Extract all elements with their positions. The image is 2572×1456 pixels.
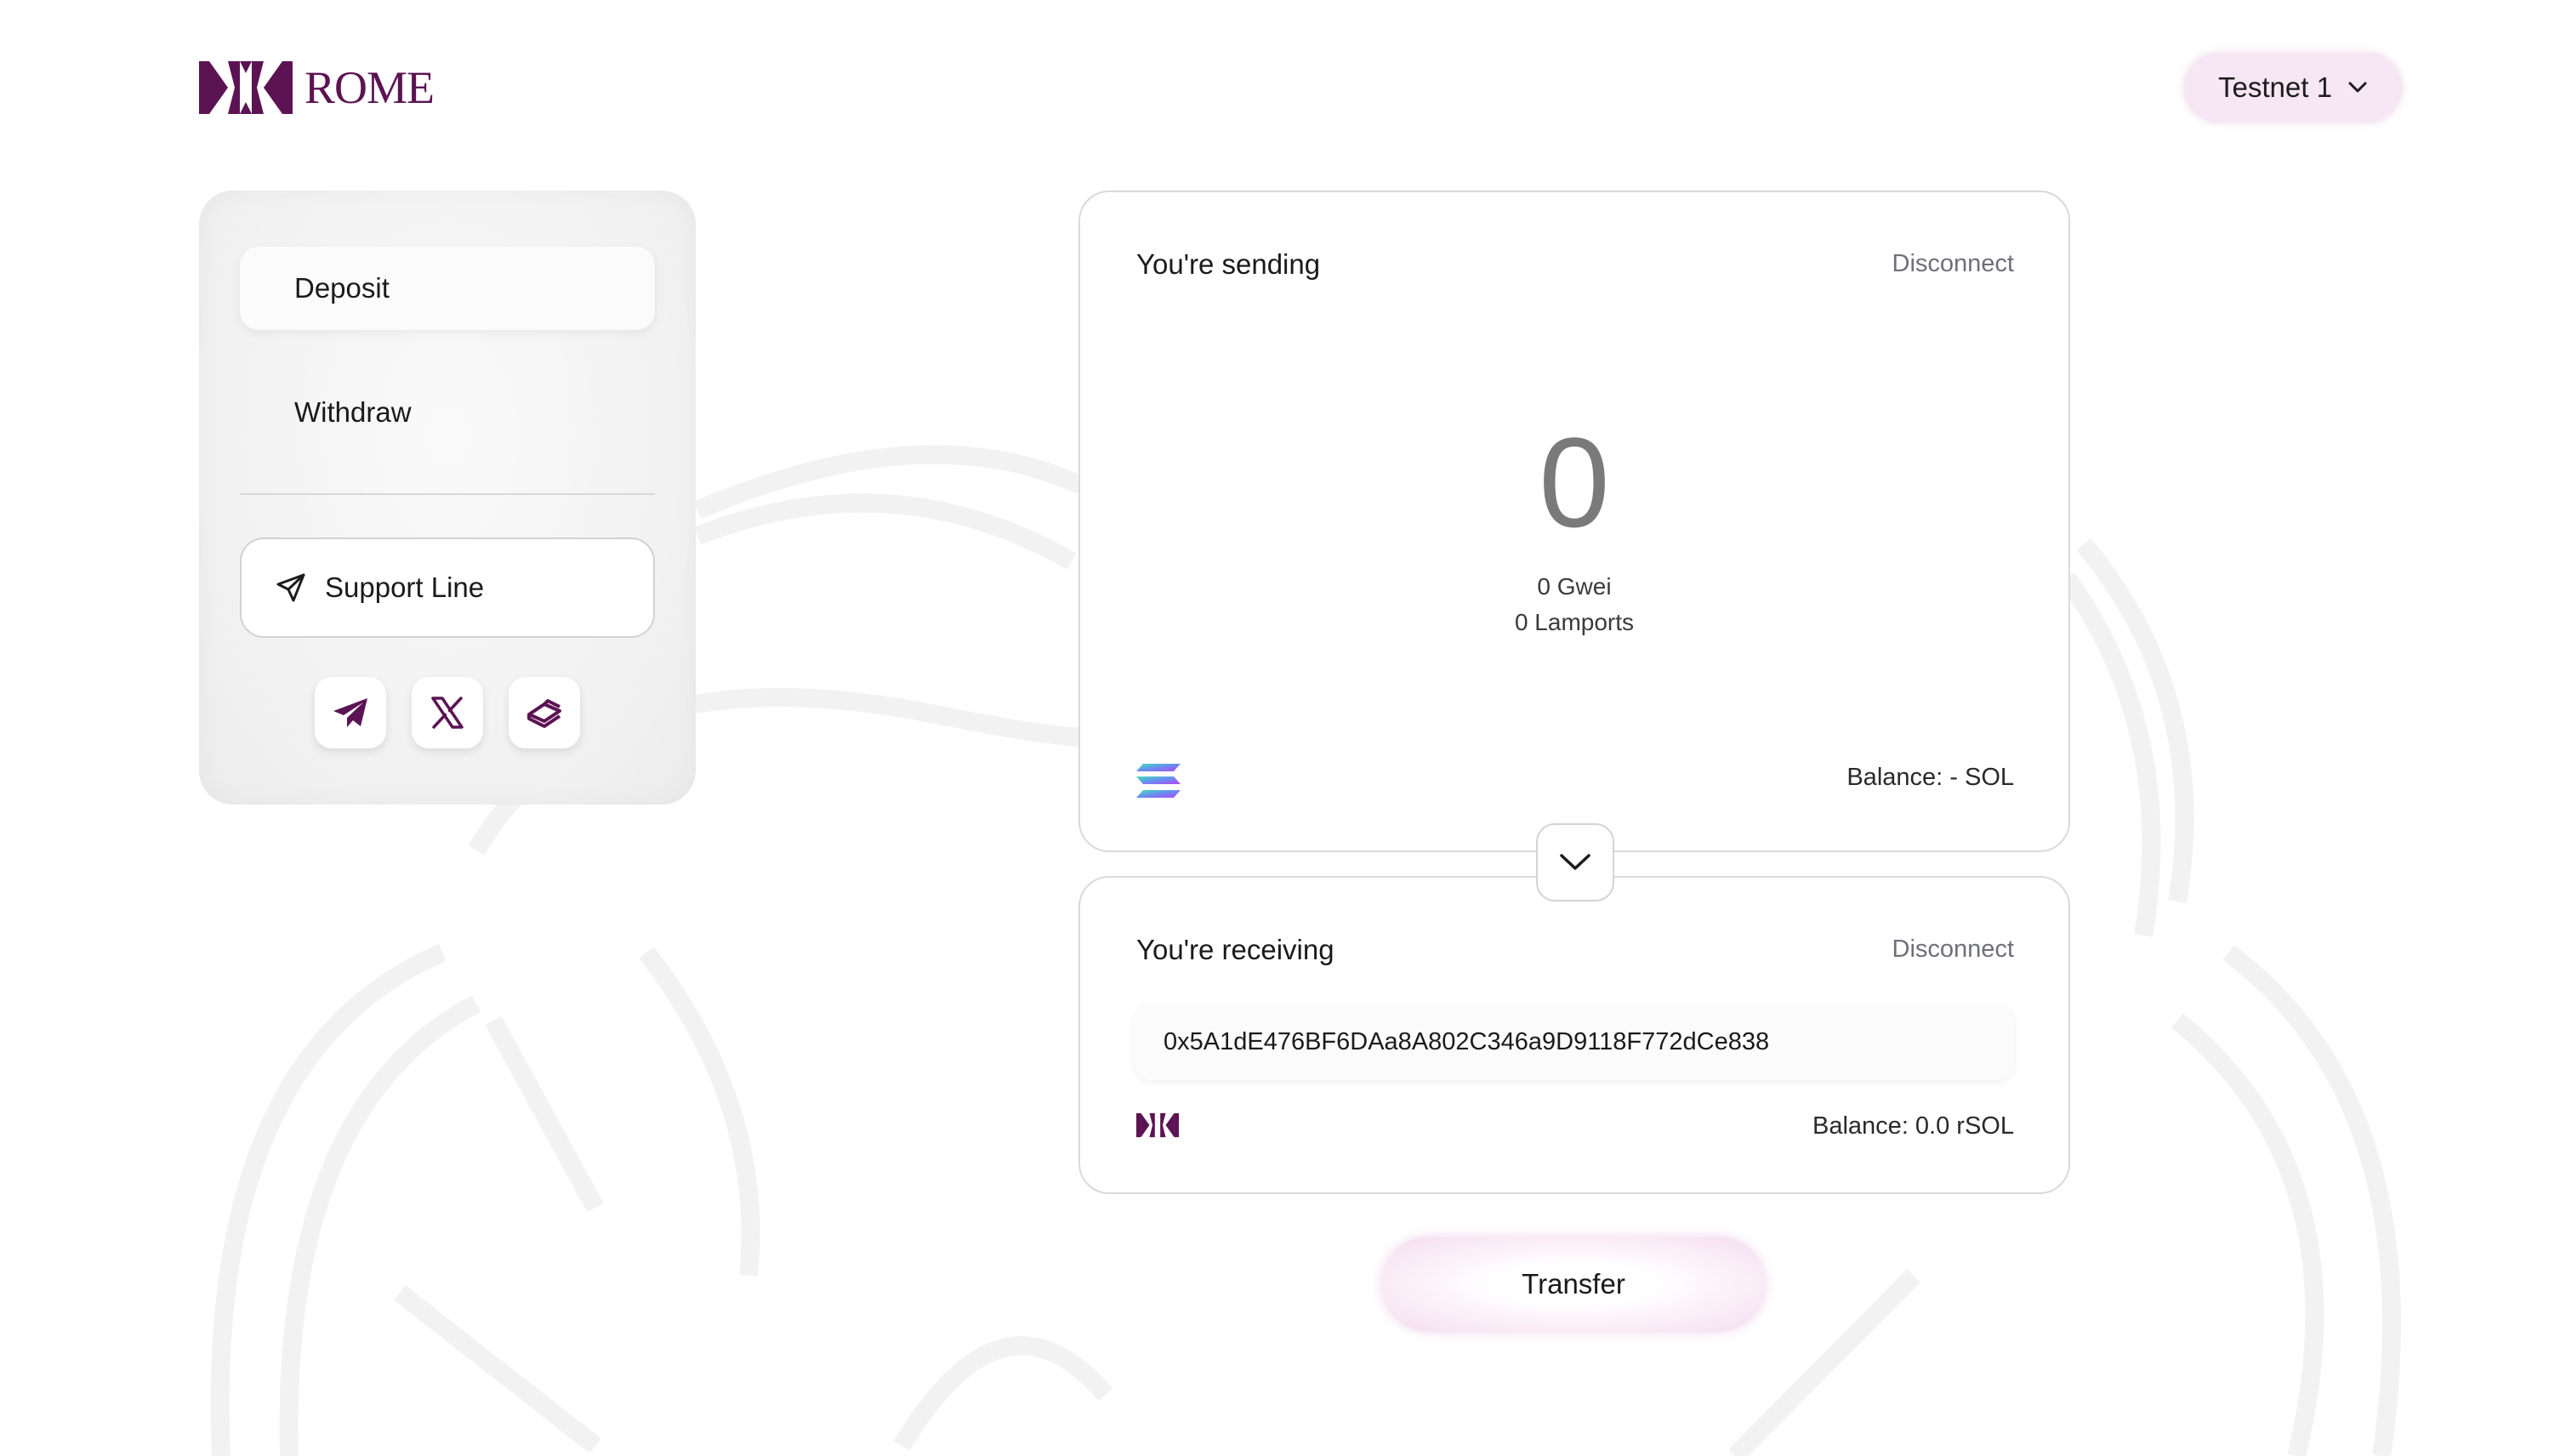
solana-icon (1136, 764, 1181, 798)
gitbook-link[interactable] (509, 677, 580, 748)
sidebar-item-withdraw[interactable]: Withdraw (240, 371, 655, 454)
paper-plane-icon (276, 573, 305, 602)
sidebar-item-label: Deposit (294, 272, 390, 304)
sidebar-divider (240, 493, 655, 495)
bridge-page: ROME Testnet 1 Deposit Withdraw Support … (0, 0, 2572, 1456)
gwei-amount: 0 Gwei (1537, 573, 1612, 600)
network-selector[interactable]: Testnet 1 (2184, 53, 2402, 122)
sending-title: You're sending (1136, 248, 1321, 280)
amount-input[interactable]: 0 (1080, 418, 2068, 546)
rome-logo[interactable]: ROME (199, 61, 435, 114)
receiving-address-field[interactable]: 0x5A1dE476BF6DAa8A802C346a9D9118F772dCe8… (1135, 1004, 2014, 1080)
receiving-title: You're receiving (1136, 934, 1334, 965)
sidebar: Deposit Withdraw Support Line (199, 191, 696, 805)
support-line-label: Support Line (325, 572, 485, 603)
sending-balance: Balance: - SOL (1846, 764, 2014, 791)
x-icon (431, 697, 464, 729)
gitbook-icon (527, 699, 561, 728)
sidebar-item-label: Withdraw (294, 396, 412, 428)
sending-card: You're sending Disconnect 0 0 Gwei 0 Lam… (1078, 191, 2070, 852)
lamports-amount: 0 Lamports (1514, 609, 1635, 635)
social-links (315, 677, 580, 748)
rome-logo-icon (199, 61, 293, 114)
receiving-balance: Balance: 0.0 rSOL (1812, 1112, 2014, 1140)
brand-name: ROME (304, 62, 435, 113)
receiving-card: You're receiving Disconnect 0x5A1dE476BF… (1078, 876, 2070, 1194)
chevron-down-icon (1560, 854, 1590, 870)
receiving-disconnect-button[interactable]: Disconnect (1892, 936, 2014, 964)
chevron-down-icon (2348, 82, 2367, 93)
rome-icon (1136, 1112, 1179, 1138)
transfer-button[interactable]: Transfer (1381, 1237, 1766, 1332)
x-link[interactable] (412, 677, 483, 748)
sidebar-item-deposit[interactable]: Deposit (240, 247, 655, 330)
network-label: Testnet 1 (2218, 71, 2332, 103)
telegram-icon (333, 698, 367, 727)
support-line-button[interactable]: Support Line (240, 537, 655, 638)
sending-disconnect-button[interactable]: Disconnect (1892, 250, 2014, 278)
telegram-link[interactable] (315, 677, 386, 748)
swap-direction-button[interactable] (1536, 823, 1614, 901)
